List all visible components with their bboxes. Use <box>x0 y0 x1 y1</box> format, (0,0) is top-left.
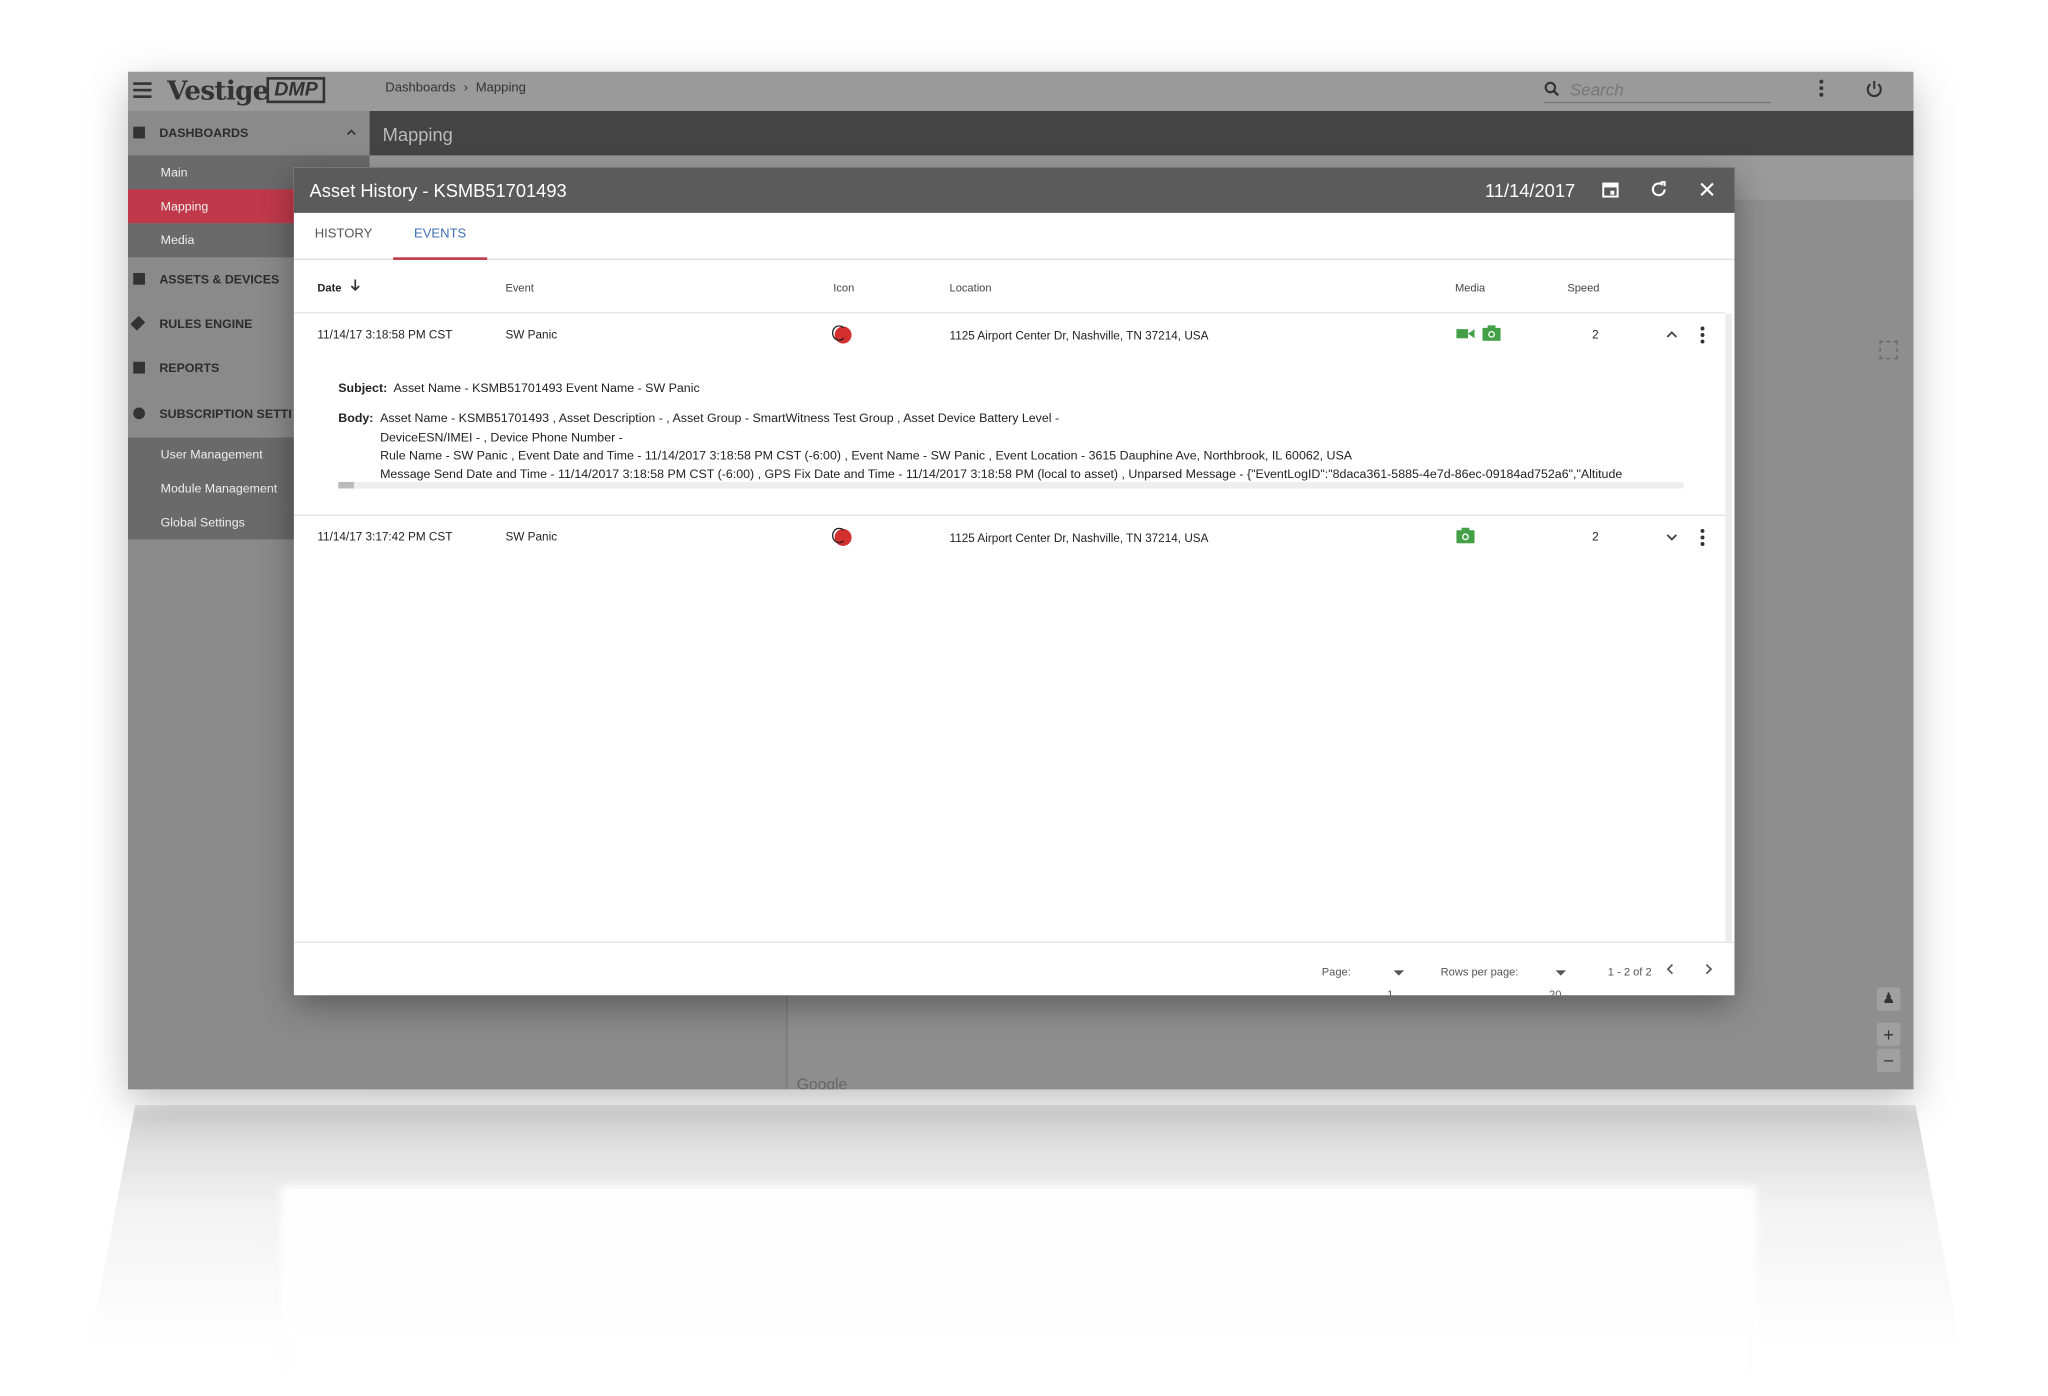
body-line: DeviceESN/IMEI - , Device Phone Number - <box>380 430 623 445</box>
top-bar: Vestige DMP Dashboards › Mapping <box>127 71 1914 112</box>
camera-icon[interactable] <box>1456 527 1475 544</box>
sidebar-item-label: Main <box>160 165 188 180</box>
search-input[interactable] <box>1569 78 1766 100</box>
camera-icon[interactable] <box>1482 325 1501 341</box>
close-icon[interactable] <box>1697 179 1718 200</box>
grid-icon <box>133 272 145 285</box>
sidebar-rules-label: RULES ENGINE <box>159 316 253 332</box>
dashboard-icon <box>133 126 145 139</box>
video-icon[interactable] <box>1456 327 1475 341</box>
menu-icon[interactable] <box>133 82 152 98</box>
settings-icon <box>133 407 145 420</box>
dialog-tabs: HISTORY EVENTS <box>293 213 1735 260</box>
panic-icon <box>831 527 852 546</box>
caret-down-icon <box>1393 970 1405 976</box>
more-vert-icon[interactable] <box>1819 79 1824 101</box>
rows-per-page-select[interactable]: 20 <box>1549 965 1567 995</box>
tab-history[interactable]: HISTORY <box>302 213 386 260</box>
logo: Vestige <box>167 74 269 106</box>
subject-label: Subject: <box>338 381 388 396</box>
chevron-up-icon[interactable] <box>346 127 356 137</box>
vertical-scrollbar[interactable] <box>1725 313 1732 944</box>
column-location: Location <box>949 280 992 294</box>
zoom-out-button[interactable]: − <box>1876 1048 1901 1073</box>
row-date: 11/14/17 3:17:42 PM CST <box>317 530 453 544</box>
fullscreen-icon[interactable] <box>1879 340 1898 360</box>
arrow-down-icon[interactable] <box>349 278 362 292</box>
table-header: Date Event Icon Location Media Speed <box>293 261 1726 314</box>
rows-per-page-value: 20 <box>1549 987 1562 996</box>
search-box <box>1543 77 1772 104</box>
asset-history-dialog: Asset History - KSMB51701493 11/14/2017 … <box>293 167 1735 996</box>
sidebar-item-label: Module Management <box>160 481 278 496</box>
gavel-icon <box>130 315 146 331</box>
dialog-date: 11/14/2017 <box>1485 180 1576 202</box>
page-label: Page: <box>1321 965 1351 979</box>
zoom-in-button[interactable]: + <box>1876 1022 1901 1047</box>
sidebar-assets-label: ASSETS & DEVICES <box>159 272 280 287</box>
caret-down-icon <box>1555 970 1567 976</box>
sidebar-item-label: Global Settings <box>160 515 245 530</box>
page-select[interactable]: 1 <box>1387 965 1405 995</box>
body-line: Rule Name - SW Panic , Event Date and Ti… <box>380 449 1353 464</box>
column-media: Media <box>1454 280 1486 294</box>
map-credit: Google <box>796 1074 848 1090</box>
sidebar-subscription-label: SUBSCRIPTION SETTI <box>159 406 292 422</box>
search-icon[interactable] <box>1544 81 1560 97</box>
row-event: SW Panic <box>505 327 558 341</box>
row-speed: 2 <box>1592 530 1599 544</box>
column-event: Event <box>505 280 534 294</box>
row-location: 1125 Airport Center Dr, Nashville, TN 37… <box>949 329 1209 343</box>
column-icon: Icon <box>833 280 855 294</box>
chevron-down-icon[interactable] <box>1665 530 1678 543</box>
dialog-title: Asset History - KSMB51701493 <box>309 180 567 202</box>
breadcrumb: Dashboards › Mapping <box>385 81 526 95</box>
sidebar-reports-label: REPORTS <box>159 361 220 376</box>
calendar-icon[interactable] <box>1600 179 1621 200</box>
chart-icon <box>133 361 145 374</box>
row-speed: 2 <box>1592 327 1599 341</box>
event-detail: Subject: Asset Name - KSMB51701493 Event… <box>338 380 1683 485</box>
logo-badge: DMP <box>266 77 326 104</box>
row-location: 1125 Airport Center Dr, Nashville, TN 37… <box>949 531 1209 545</box>
row-date: 11/14/17 3:18:58 PM CST <box>317 327 453 341</box>
breadcrumb-separator: › <box>463 80 468 96</box>
content-header: Mapping <box>369 111 1914 156</box>
tab-events[interactable]: EVENTS <box>393 213 488 260</box>
pagination-range: 1 - 2 of 2 <box>1607 965 1652 979</box>
sidebar-item-label: Mapping <box>160 199 209 214</box>
refresh-icon[interactable] <box>1648 179 1669 200</box>
rows-per-page-label: Rows per page: <box>1440 965 1519 979</box>
row-event: SW Panic <box>505 530 558 544</box>
chevron-right-icon[interactable] <box>1702 963 1715 976</box>
dialog-header: Asset History - KSMB51701493 11/14/2017 <box>293 167 1735 213</box>
laptop-reflection-inner <box>280 1185 1757 1396</box>
pegman-icon[interactable]: ♟ <box>1876 987 1901 1011</box>
power-icon[interactable] <box>1864 78 1885 99</box>
page-value: 1 <box>1387 987 1394 996</box>
panic-icon <box>831 325 852 344</box>
table-row[interactable]: 11/14/17 3:17:42 PM CST SW Panic 1125 Ai… <box>294 516 1725 568</box>
sidebar-dashboards-label: DASHBOARDS <box>159 126 249 141</box>
table-footer: Page: 1 Rows per page: 20 1 - 2 of 2 <box>293 941 1735 995</box>
sidebar-dashboards[interactable]: DASHBOARDS <box>128 111 370 155</box>
sidebar-item-label: Media <box>160 233 195 248</box>
chevron-up-icon[interactable] <box>1665 328 1678 341</box>
screenshot-stage: Vestige DMP Dashboards › Mapping DASHBOARD… <box>0 0 2048 1396</box>
breadcrumb-mapping: Mapping <box>475 80 526 96</box>
body-label: Body: <box>338 411 374 427</box>
horizontal-scrollbar[interactable] <box>338 481 1684 489</box>
body-line: Asset Name - KSMB51701493 , Asset Descri… <box>380 411 1060 427</box>
chevron-left-icon[interactable] <box>1664 963 1677 976</box>
more-vert-icon[interactable] <box>1700 528 1705 549</box>
more-vert-icon[interactable] <box>1700 326 1705 347</box>
sidebar-item-label: User Management <box>160 447 263 462</box>
page-title: Mapping <box>382 124 453 145</box>
breadcrumb-dashboards[interactable]: Dashboards <box>385 81 455 95</box>
detail-subject: Subject: Asset Name - KSMB51701493 Event… <box>338 380 1683 399</box>
detail-body: Body: Asset Name - KSMB51701493 , Asset … <box>338 411 1683 486</box>
subject-text: Asset Name - KSMB51701493 Event Name - S… <box>393 381 700 396</box>
column-speed: Speed <box>1567 280 1600 294</box>
column-date[interactable]: Date <box>317 281 341 294</box>
